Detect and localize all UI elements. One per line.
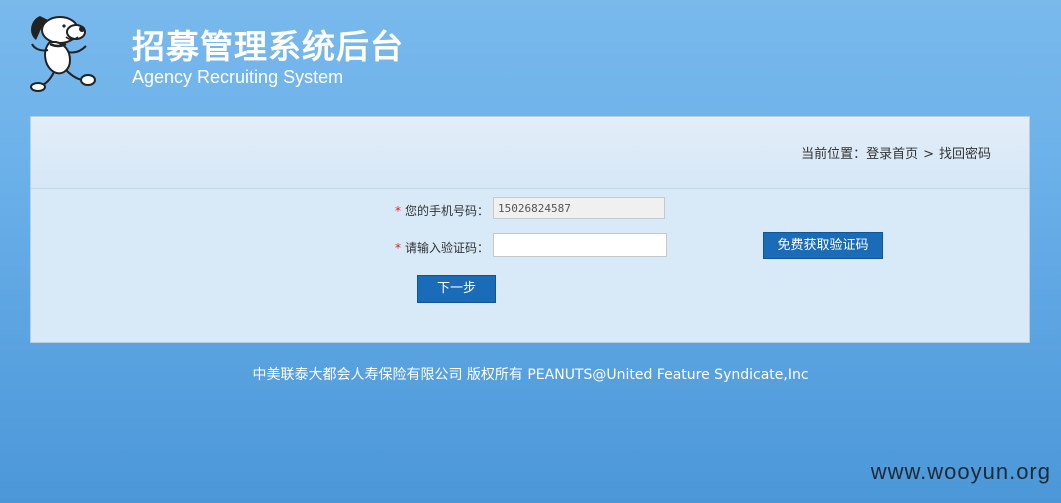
breadcrumb-separator: >: [923, 147, 934, 162]
code-label-row: * 请输入验证码：: [395, 239, 489, 256]
app-title: 招募管理系统后台: [132, 27, 404, 66]
breadcrumb-prefix[interactable]: 当前位置：登录首页: [801, 143, 918, 162]
required-mark: *: [395, 204, 401, 218]
password-recovery-panel: 当前位置：登录首页 > 找回密码 * 您的手机号码： * 请输入验证码： 免费获取验证码…: [30, 116, 1030, 343]
phone-input[interactable]: [493, 197, 665, 219]
breadcrumb-current: 找回密码: [938, 147, 991, 162]
watermark: www.wooyun.org: [870, 459, 1051, 484]
footer-copyright: 中美联泰大都会人寿保险有限公司 版权所有 PEANUTS@United Feat…: [252, 367, 809, 383]
verification-code-input[interactable]: [493, 233, 667, 257]
phone-label-row: * 您的手机号码：: [395, 202, 489, 219]
required-mark: *: [395, 241, 401, 255]
phone-label: 您的手机号码：: [405, 204, 490, 218]
snoopy-logo-icon: [26, 10, 98, 94]
next-button[interactable]: 下一步: [417, 275, 496, 303]
code-label: 请输入验证码：: [405, 241, 490, 255]
panel-header: 当前位置：登录首页 > 找回密码: [31, 117, 1029, 189]
get-code-button[interactable]: 免费获取验证码: [763, 232, 883, 259]
app-subtitle: Agency Recruiting System: [132, 67, 344, 87]
breadcrumb: 当前位置：登录首页 > 找回密码: [801, 143, 991, 162]
